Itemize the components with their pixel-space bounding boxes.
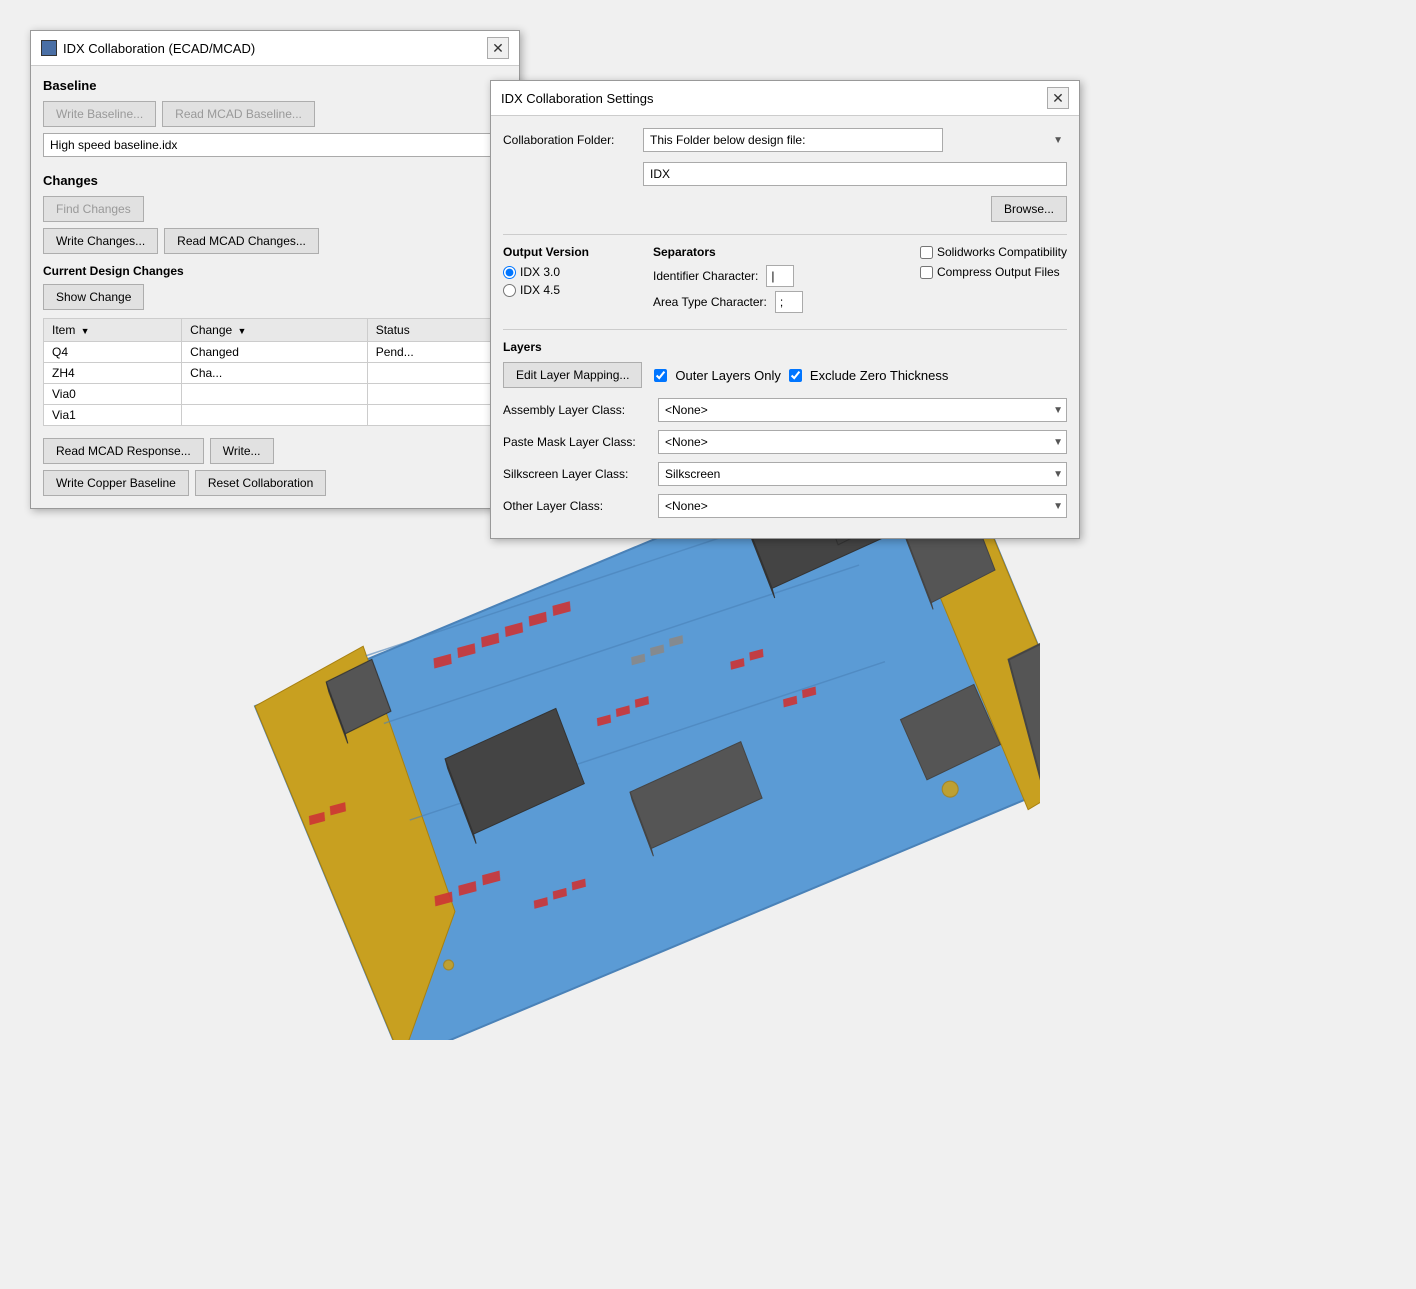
- cell-status: [367, 363, 506, 384]
- col-item[interactable]: Item ▼: [44, 319, 182, 342]
- write-mcad-response-button[interactable]: Write...: [210, 438, 274, 464]
- other-layer-row: Other Layer Class: <None> ▼: [503, 494, 1067, 518]
- table-row[interactable]: Via1: [44, 405, 507, 426]
- cell-change: Changed: [182, 342, 368, 363]
- paste-mask-dropdown[interactable]: <None>: [658, 430, 1067, 454]
- settings-dialog: IDX Collaboration Settings ✕ Collaborati…: [490, 80, 1080, 539]
- cell-item: Via1: [44, 405, 182, 426]
- edit-layer-mapping-button[interactable]: Edit Layer Mapping...: [503, 362, 642, 388]
- idx30-label: IDX 3.0: [520, 265, 560, 279]
- area-type-label: Area Type Character:: [653, 295, 767, 309]
- settings-dialog-close[interactable]: ✕: [1047, 87, 1069, 109]
- exclude-zero-label: Exclude Zero Thickness: [810, 368, 949, 383]
- read-mcad-response-button[interactable]: Read MCAD Response...: [43, 438, 204, 464]
- show-change-button[interactable]: Show Change: [43, 284, 144, 310]
- compress-checkbox[interactable]: [920, 266, 933, 279]
- main-dialog-close[interactable]: ✕: [487, 37, 509, 59]
- baseline-section: Baseline Write Baseline... Read MCAD Bas…: [43, 78, 507, 157]
- cell-status: Pend...: [367, 342, 506, 363]
- write-copper-baseline-button[interactable]: Write Copper Baseline: [43, 470, 189, 496]
- layers-section: Layers Edit Layer Mapping... Outer Layer…: [503, 340, 1067, 518]
- app-icon: [41, 40, 57, 56]
- table-row[interactable]: Q4 Changed Pend...: [44, 342, 507, 363]
- outer-layers-label: Outer Layers Only: [675, 368, 781, 383]
- layers-label: Layers: [503, 340, 1067, 354]
- compress-label: Compress Output Files: [937, 265, 1060, 279]
- exclude-zero-checkbox[interactable]: [789, 369, 802, 382]
- main-dialog: IDX Collaboration (ECAD/MCAD) ✕ Baseline…: [30, 30, 520, 509]
- find-changes-button[interactable]: Find Changes: [43, 196, 144, 222]
- table-row[interactable]: Via0: [44, 384, 507, 405]
- changes-table: Item ▼ Change ▼ Status Q4 Changed Pend..…: [43, 318, 507, 426]
- cell-status: [367, 405, 506, 426]
- browse-button[interactable]: Browse...: [991, 196, 1067, 222]
- cell-status: [367, 384, 506, 405]
- baseline-file-input[interactable]: [43, 133, 507, 157]
- settings-dialog-title: IDX Collaboration Settings: [501, 91, 653, 106]
- changes-section: Changes Find Changes Write Changes... Re…: [43, 173, 507, 426]
- solidworks-checkbox[interactable]: [920, 246, 933, 259]
- separators-group: Separators Identifier Character: Area Ty…: [653, 245, 890, 317]
- cell-item: Via0: [44, 384, 182, 405]
- settings-dialog-titlebar: IDX Collaboration Settings ✕: [491, 81, 1079, 116]
- assembly-layer-label: Assembly Layer Class:: [503, 403, 648, 417]
- folder-value-input[interactable]: [643, 162, 1067, 186]
- silkscreen-dropdown[interactable]: Silkscreen <None>: [658, 462, 1067, 486]
- folder-value-row: [503, 162, 1067, 186]
- collab-folder-label: Collaboration Folder:: [503, 133, 633, 147]
- cell-change: [182, 384, 368, 405]
- cell-change: Cha...: [182, 363, 368, 384]
- idx30-radio[interactable]: [503, 266, 516, 279]
- idx45-label: IDX 4.5: [520, 283, 560, 297]
- other-layer-dropdown[interactable]: <None>: [658, 494, 1067, 518]
- read-mcad-baseline-button[interactable]: Read MCAD Baseline...: [162, 101, 315, 127]
- table-row[interactable]: ZH4 Cha...: [44, 363, 507, 384]
- main-dialog-title: IDX Collaboration (ECAD/MCAD): [63, 41, 255, 56]
- current-design-label: Current Design Changes: [43, 264, 507, 278]
- silkscreen-layer-row: Silkscreen Layer Class: Silkscreen <None…: [503, 462, 1067, 486]
- col-status[interactable]: Status: [367, 319, 506, 342]
- cell-item: ZH4: [44, 363, 182, 384]
- write-baseline-button[interactable]: Write Baseline...: [43, 101, 156, 127]
- assembly-layer-dropdown[interactable]: <None>: [658, 398, 1067, 422]
- read-mcad-changes-button[interactable]: Read MCAD Changes...: [164, 228, 319, 254]
- baseline-label: Baseline: [43, 78, 507, 93]
- paste-mask-layer-row: Paste Mask Layer Class: <None> ▼: [503, 430, 1067, 454]
- main-dialog-titlebar: IDX Collaboration (ECAD/MCAD) ✕: [31, 31, 519, 66]
- changes-label: Changes: [43, 173, 507, 188]
- collab-folder-row: Collaboration Folder: This Folder below …: [503, 128, 1067, 152]
- paste-mask-label: Paste Mask Layer Class:: [503, 435, 648, 449]
- output-version-group: Output Version IDX 3.0 IDX 4.5: [503, 245, 623, 317]
- col-change[interactable]: Change ▼: [182, 319, 368, 342]
- cell-item: Q4: [44, 342, 182, 363]
- output-version-title: Output Version: [503, 245, 623, 259]
- idx45-radio[interactable]: [503, 284, 516, 297]
- collab-folder-dropdown-arrow: ▼: [1053, 135, 1063, 146]
- assembly-layer-row: Assembly Layer Class: <None> ▼: [503, 398, 1067, 422]
- area-type-char-input[interactable]: [775, 291, 803, 313]
- separators-title: Separators: [653, 245, 890, 259]
- outer-layers-checkbox[interactable]: [654, 369, 667, 382]
- checkboxes-group: Solidworks Compatibility Compress Output…: [920, 245, 1067, 317]
- write-changes-button[interactable]: Write Changes...: [43, 228, 158, 254]
- other-layer-label: Other Layer Class:: [503, 499, 648, 513]
- cell-change: [182, 405, 368, 426]
- collab-folder-dropdown[interactable]: This Folder below design file: Custom Fo…: [643, 128, 943, 152]
- identifier-char-label: Identifier Character:: [653, 269, 758, 283]
- reset-collaboration-button[interactable]: Reset Collaboration: [195, 470, 326, 496]
- solidworks-label: Solidworks Compatibility: [937, 245, 1067, 259]
- silkscreen-label: Silkscreen Layer Class:: [503, 467, 648, 481]
- identifier-char-input[interactable]: [766, 265, 794, 287]
